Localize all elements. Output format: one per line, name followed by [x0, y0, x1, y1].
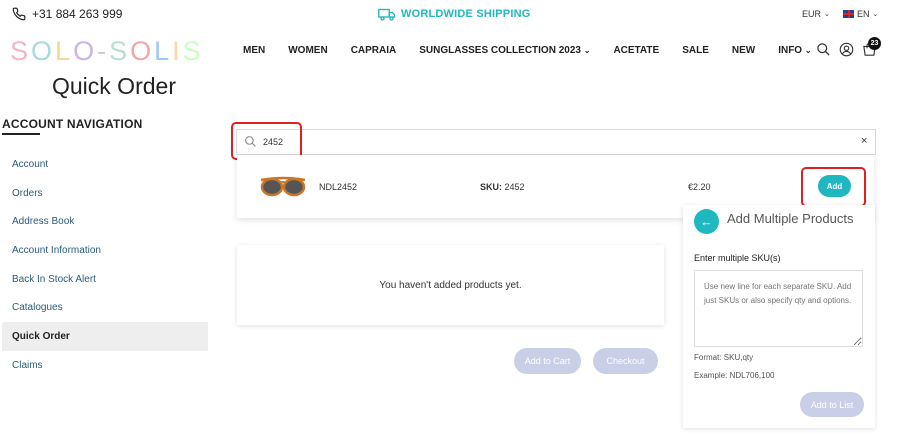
logo-letter: S	[182, 36, 204, 66]
logo-letter: S	[109, 36, 131, 66]
sidebar-item-label: Claims	[12, 359, 43, 371]
main-nav: MEN WOMEN CAPRAIA SUNGLASSES COLLECTION …	[243, 45, 835, 56]
sku-label: SKU:	[480, 182, 502, 192]
search-icon[interactable]	[816, 42, 831, 57]
sidebar-item[interactable]: Catalogues	[2, 293, 208, 322]
page-title: Quick Order	[52, 73, 176, 99]
checkout-button[interactable]: Checkout	[593, 348, 658, 374]
nav-item-info[interactable]: INFO ⌄	[778, 45, 811, 56]
sidebar-item[interactable]: Account Information	[2, 236, 208, 265]
clear-search-button[interactable]: ×	[861, 135, 867, 147]
sidebar-item-label: Quick Order	[12, 330, 70, 342]
product-price: €2.20	[688, 182, 711, 192]
uk-flag-icon	[843, 10, 854, 18]
add-to-list-button[interactable]: Add to List	[800, 392, 864, 417]
shipping-text: WORLDWIDE SHIPPING	[401, 8, 531, 20]
sidebar-item-label: Orders	[12, 187, 43, 199]
user-icon[interactable]	[839, 42, 854, 57]
language-value: EN	[857, 9, 870, 19]
sidebar-item[interactable]: Account	[2, 150, 208, 179]
nav-label: CAPRAIA	[350, 45, 397, 56]
heading-underline	[2, 133, 40, 135]
search-input[interactable]	[236, 129, 876, 155]
nav-item-women[interactable]: WOMEN	[288, 45, 327, 56]
nav-label: MEN	[243, 45, 266, 56]
logo-letter: O	[73, 36, 98, 66]
sidebar-item[interactable]: Claims	[2, 351, 208, 380]
sidebar-item-label: Back In Stock Alert	[12, 273, 96, 285]
nav-label: NEW	[731, 45, 756, 56]
sidebar-item[interactable]: Quick Order	[2, 322, 208, 351]
nav-item-sale[interactable]: SALE	[682, 45, 709, 56]
sidebar-item[interactable]: Address Book	[2, 207, 208, 236]
logo[interactable]: SOLO-SOLIS	[10, 36, 204, 67]
shipping-banner: WORLDWIDE SHIPPING	[378, 7, 531, 21]
empty-list-message: You haven't added products yet.	[379, 280, 522, 291]
nav-item-acetate[interactable]: ACETATE	[613, 45, 659, 56]
logo-letter: L	[55, 36, 74, 66]
logo-letter: L	[154, 36, 173, 66]
sunglasses-thumbnail	[260, 176, 306, 197]
logo-letter: I	[172, 36, 183, 66]
phone-number: +31 884 263 999	[32, 7, 123, 21]
chevron-down-icon: ⌄	[824, 11, 830, 18]
chevron-down-icon: ⌄	[804, 46, 812, 55]
nav-item-sunglasses[interactable]: SUNGLASSES COLLECTION 2023 ⌄	[419, 45, 590, 56]
currency-selector[interactable]: EUR ⌄	[802, 9, 830, 19]
sku-field-label: Enter multiple SKU(s)	[694, 253, 781, 263]
sidebar-item-label: Catalogues	[12, 302, 63, 314]
nav-label: WOMEN	[288, 45, 328, 56]
logo-letter: O	[31, 36, 56, 66]
add-to-cart-button[interactable]: Add to Cart	[514, 348, 581, 374]
phone-contact[interactable]: +31 884 263 999	[12, 7, 122, 21]
truck-icon	[378, 8, 396, 21]
logo-letter: -	[97, 36, 110, 66]
account-sidebar: Account Orders Address Book Account Informa…	[2, 150, 208, 380]
product-sku: SKU: 2452	[480, 182, 525, 192]
sku-value: 2452	[504, 182, 525, 192]
arrow-left-icon[interactable]: ←	[694, 209, 719, 234]
language-selector[interactable]: EN ⌄	[843, 9, 878, 19]
product-name: NDL2452	[319, 182, 358, 192]
account-navigation-heading: ACCOUNT NAVIGATION	[2, 117, 143, 131]
sku-textarea[interactable]	[694, 270, 863, 347]
phone-icon	[12, 7, 26, 21]
add-multiple-title: Add Multiple Products	[727, 211, 854, 226]
currency-value: EUR	[802, 9, 822, 19]
sidebar-item-label: Account	[12, 158, 49, 170]
highlight-box-add	[801, 167, 866, 207]
cart-count-badge: 23	[868, 37, 881, 50]
nav-label: SALE	[682, 45, 709, 56]
sidebar-item-label: Address Book	[12, 216, 75, 228]
nav-label: SUNGLASSES COLLECTION 2023	[419, 45, 581, 56]
nav-item-men[interactable]: MEN	[243, 45, 265, 56]
nav-label: ACETATE	[613, 45, 660, 56]
nav-item-capraia[interactable]: CAPRAIA	[351, 45, 397, 56]
chevron-down-icon: ⌄	[583, 46, 591, 55]
nav-item-new[interactable]: NEW	[732, 45, 755, 56]
logo-letter: S	[10, 36, 32, 66]
example-hint: Example: NDL706,100	[694, 371, 775, 380]
sidebar-item-label: Account Information	[12, 244, 101, 256]
sidebar-item[interactable]: Back In Stock Alert	[2, 265, 208, 294]
nav-label: INFO	[778, 45, 803, 56]
logo-letter: O	[130, 36, 155, 66]
format-hint: Format: SKU,qty	[694, 353, 754, 362]
sidebar-item[interactable]: Orders	[2, 179, 208, 208]
chevron-down-icon: ⌄	[872, 11, 879, 18]
